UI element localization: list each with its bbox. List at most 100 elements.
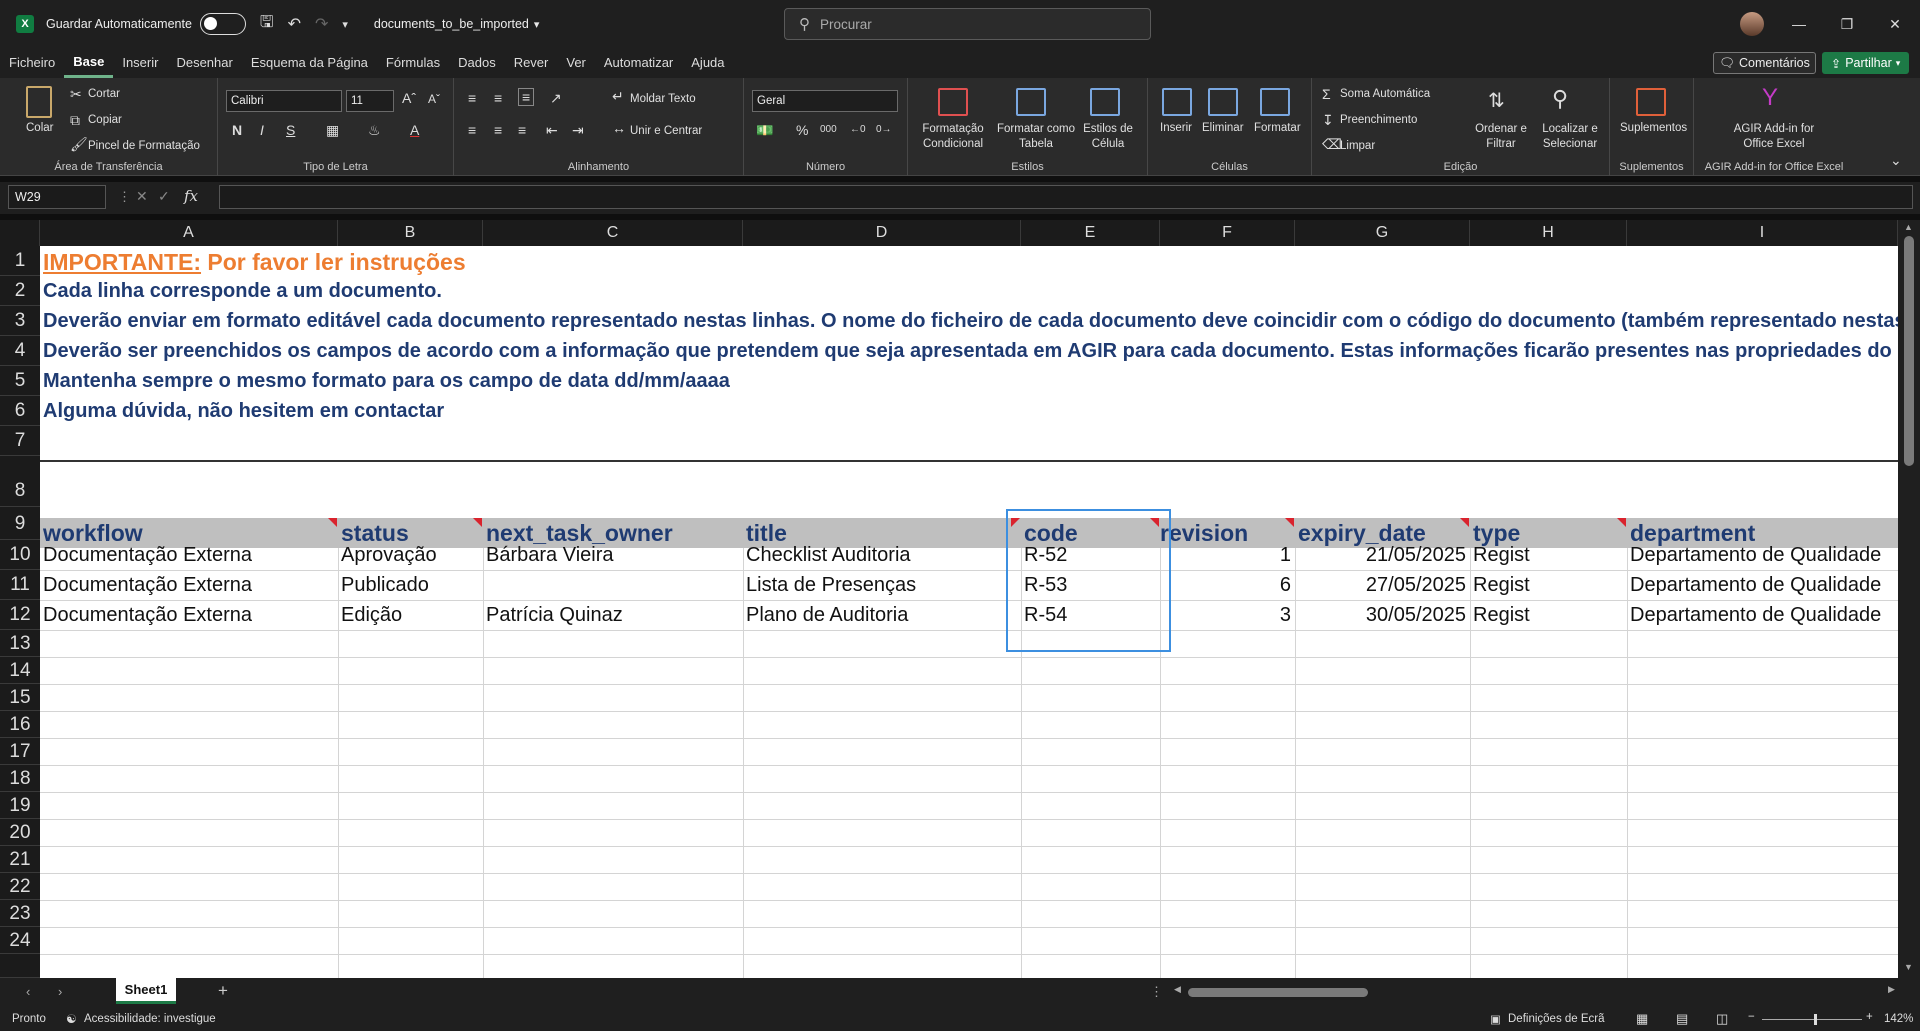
scroll-right-icon[interactable]: ▶	[1888, 984, 1895, 995]
decrease-decimal-icon[interactable]: 0→	[876, 124, 892, 135]
data-cell[interactable]: Regist	[1470, 572, 1627, 599]
row-header[interactable]: 8	[0, 456, 40, 507]
page-layout-icon[interactable]: ▤	[1676, 1011, 1688, 1027]
save-icon[interactable]: 🖫	[260, 11, 274, 38]
row-header[interactable]: 3	[0, 306, 40, 336]
row-header[interactable]: 12	[0, 600, 40, 630]
confirm-entry-icon[interactable]: ✓	[158, 188, 170, 205]
increase-font-icon[interactable]: Aˆ	[402, 90, 416, 106]
underline-button[interactable]: S	[286, 122, 295, 138]
data-cell[interactable]: Departamento de Qualidade	[1627, 572, 1898, 599]
align-left-icon[interactable]: ≡	[468, 122, 476, 138]
clear-button[interactable]: Limpar	[1340, 140, 1375, 152]
instruction-line[interactable]: Deverão ser preenchidos os campos de aco…	[40, 336, 1898, 366]
customize-qat-icon[interactable]: ▾	[342, 18, 348, 31]
percent-icon[interactable]: %	[796, 122, 808, 138]
add-sheet-icon[interactable]: +	[218, 981, 228, 1001]
column-header-h[interactable]: H	[1470, 220, 1627, 246]
fill-color-icon[interactable]: ♨	[368, 122, 381, 139]
column-header-d[interactable]: D	[743, 220, 1021, 246]
orientation-icon[interactable]: ↗	[550, 90, 562, 107]
collapse-ribbon-icon[interactable]: ⌄	[1890, 152, 1902, 169]
column-header-e[interactable]: E	[1021, 220, 1160, 246]
column-header-f[interactable]: F	[1160, 220, 1295, 246]
data-cell[interactable]: 1	[1160, 542, 1295, 569]
scroll-up-icon[interactable]: ▲	[1904, 222, 1913, 232]
document-name[interactable]: documents_to_be_imported	[374, 17, 529, 31]
row-header[interactable]: 17	[0, 738, 40, 765]
merge-center-button[interactable]: Unir e Centrar	[630, 125, 702, 137]
comments-button[interactable]: 🗨 Comentários	[1713, 52, 1816, 74]
close-icon[interactable]: ✕	[1872, 0, 1918, 48]
row-header[interactable]: 20	[0, 819, 40, 846]
zoom-level[interactable]: 142%	[1884, 1013, 1913, 1025]
row-header[interactable]: 19	[0, 792, 40, 819]
page-break-preview-icon[interactable]: ◫	[1716, 1011, 1728, 1027]
data-cell[interactable]: Checklist Auditoria	[743, 542, 1021, 569]
menu-home[interactable]: Base	[64, 48, 114, 78]
vertical-scroll-thumb[interactable]	[1904, 236, 1914, 466]
insert-function-icon[interactable]: fx	[184, 187, 198, 205]
minimize-icon[interactable]: —	[1776, 0, 1822, 48]
menu-review[interactable]: Rever	[505, 48, 558, 78]
data-cell[interactable]: Bárbara Vieira	[483, 542, 743, 569]
currency-icon[interactable]: 💵	[756, 122, 773, 139]
menu-draw[interactable]: Desenhar	[167, 48, 241, 78]
number-format-select[interactable]: Geral	[752, 90, 898, 112]
spreadsheet-grid[interactable]: A B C D E F G H I 1 2 3 4 5 6 7 8 9 10 1…	[0, 220, 1920, 978]
menu-formulas[interactable]: Fórmulas	[377, 48, 449, 78]
zoom-in-icon[interactable]: +	[1866, 1011, 1873, 1023]
fill-button[interactable]: Preenchimento	[1340, 114, 1417, 126]
data-cell[interactable]: Aprovação	[338, 542, 483, 569]
align-bottom-icon[interactable]: ≡	[518, 88, 535, 106]
sort-filter-button[interactable]: Ordenar e Filtrar	[1470, 122, 1532, 152]
row-header[interactable]: 13	[0, 630, 40, 657]
column-header-g[interactable]: G	[1295, 220, 1470, 246]
format-cells-button[interactable]: Formatar	[1254, 122, 1301, 134]
row-header[interactable]: 10	[0, 540, 40, 570]
share-button[interactable]: ⇪ Partilhar ▾	[1822, 52, 1909, 74]
copy-button[interactable]: Copiar	[88, 114, 122, 126]
comment-indicator[interactable]	[328, 518, 337, 527]
row-header[interactable]: 7	[0, 426, 40, 456]
instruction-line[interactable]: Cada linha corresponde a um documento.	[40, 276, 442, 306]
chevron-down-icon[interactable]: ▾	[534, 18, 540, 31]
data-cell[interactable]: Documentação Externa	[40, 602, 338, 629]
data-cell[interactable]	[483, 572, 743, 599]
menu-view[interactable]: Ver	[557, 48, 595, 78]
undo-icon[interactable]: ↶	[288, 14, 301, 34]
row-header[interactable]: 22	[0, 873, 40, 900]
row-header[interactable]: 24	[0, 927, 40, 954]
cut-button[interactable]: Cortar	[88, 88, 120, 100]
menu-file[interactable]: Ficheiro	[0, 48, 64, 78]
find-select-button[interactable]: Localizar e Selecionar	[1534, 122, 1606, 152]
zoom-out-icon[interactable]: −	[1748, 1011, 1755, 1023]
row-header[interactable]: 1	[0, 246, 40, 276]
menu-help[interactable]: Ajuda	[682, 48, 733, 78]
align-middle-icon[interactable]: ≡	[494, 90, 502, 106]
row-header[interactable]: 15	[0, 684, 40, 711]
font-color-icon[interactable]: A	[410, 122, 419, 138]
zoom-slider-thumb[interactable]	[1814, 1014, 1817, 1025]
italic-button[interactable]: I	[260, 122, 264, 138]
row-header[interactable]: 14	[0, 657, 40, 684]
format-as-table-button[interactable]: Formatar como Tabela	[996, 122, 1076, 152]
data-cell[interactable]: 3	[1160, 602, 1295, 629]
formula-input[interactable]	[219, 185, 1913, 209]
row-header[interactable]: 2	[0, 276, 40, 306]
increase-decimal-icon[interactable]: ←0	[850, 124, 866, 135]
data-cell[interactable]: 27/05/2025	[1295, 572, 1470, 599]
row-header[interactable]: 5	[0, 366, 40, 396]
decrease-indent-icon[interactable]: ⇤	[546, 122, 558, 139]
column-header-i[interactable]: I	[1627, 220, 1898, 246]
vertical-scrollbar[interactable]: ▲ ▼	[1898, 220, 1920, 978]
data-cell[interactable]: Edição	[338, 602, 483, 629]
horizontal-scroll-thumb[interactable]	[1188, 988, 1368, 997]
column-header-a[interactable]: A	[40, 220, 338, 246]
comment-indicator[interactable]	[1285, 518, 1294, 527]
row-header[interactable]: 6	[0, 396, 40, 426]
autosum-button[interactable]: Soma Automática	[1340, 88, 1430, 100]
column-header-b[interactable]: B	[338, 220, 483, 246]
row-header[interactable]: 9	[0, 507, 40, 540]
borders-icon[interactable]: ▦	[326, 122, 339, 139]
